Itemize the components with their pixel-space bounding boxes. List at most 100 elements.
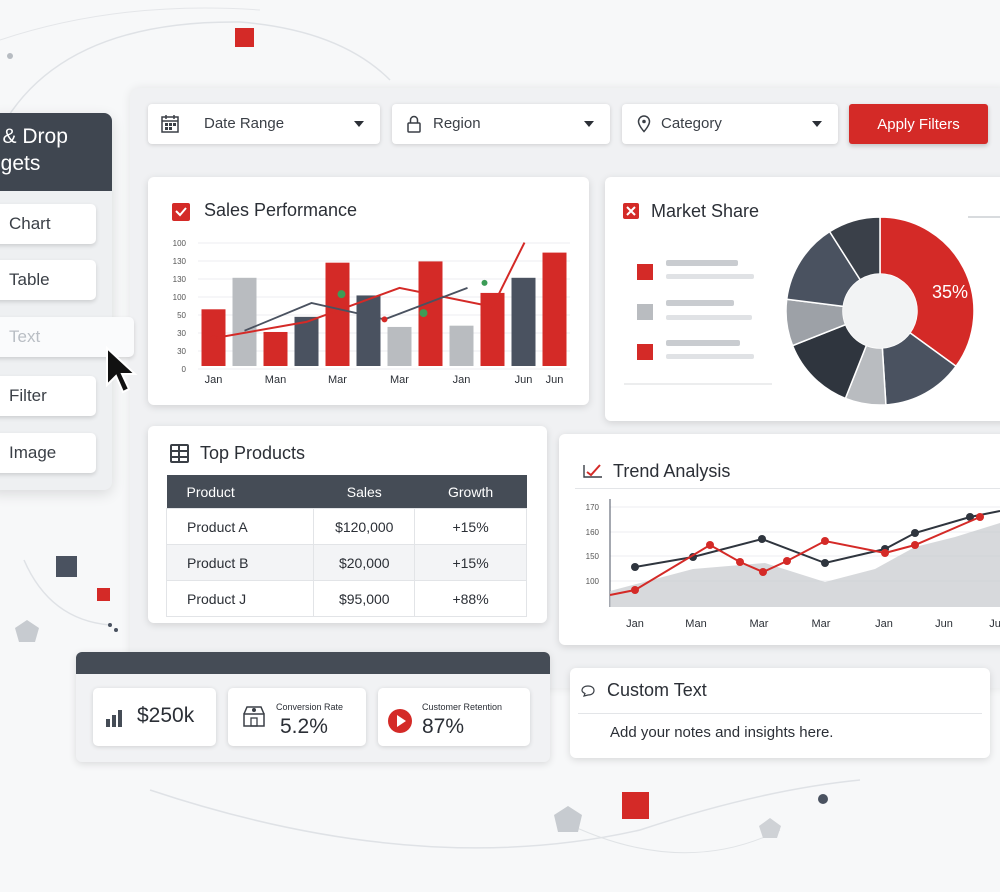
- donut-hole: [843, 274, 917, 348]
- apply-filters-button[interactable]: Apply Filters: [849, 104, 988, 144]
- table-row[interactable]: Product B $20,000 +15%: [165, 544, 527, 581]
- retention-value: 87%: [422, 715, 465, 738]
- sidebar-title-line2: dgets: [0, 152, 41, 175]
- column-header-product[interactable]: Product: [166, 475, 314, 509]
- bar: [387, 326, 412, 366]
- bar: [232, 277, 257, 366]
- divider: [968, 216, 1000, 218]
- x-tick-label: Mar: [812, 618, 831, 630]
- retention-label: Customer Retention: [422, 702, 503, 712]
- series-point-red: [759, 568, 767, 576]
- y-tick-label: 130: [173, 257, 187, 266]
- trend-area: [610, 523, 1000, 607]
- trend-point: [381, 316, 388, 323]
- chevron-down-icon: [584, 121, 594, 127]
- lock-icon: [407, 115, 421, 133]
- divider: [575, 488, 1000, 489]
- x-tick-label: Jan: [453, 374, 471, 386]
- widget-table[interactable]: Table: [0, 260, 96, 300]
- x-tick-label: Jun: [935, 618, 953, 630]
- growth-cell: +88%: [414, 580, 527, 617]
- x-tick-label: Mar: [328, 374, 347, 386]
- series-point-red: [881, 549, 889, 557]
- revenue-kpi-card[interactable]: $250k: [93, 688, 216, 746]
- sales-cell: $95,000: [313, 580, 416, 617]
- bar: [511, 277, 536, 366]
- chevron-down-icon: [812, 121, 822, 127]
- retention-kpi-card[interactable]: Customer Retention 87%: [378, 688, 530, 746]
- widget-chart[interactable]: Chart: [0, 204, 96, 244]
- x-tick-label: Jan: [626, 618, 644, 630]
- series-point-red: [631, 586, 639, 594]
- market-share-donut[interactable]: 35%: [784, 217, 976, 407]
- conversion-kpi-card[interactable]: Conversion Rate 5.2%: [228, 688, 366, 746]
- trend-icon: [583, 464, 602, 478]
- table-header-row: Product Sales Growth: [166, 475, 527, 509]
- series-point-dark: [631, 563, 639, 571]
- chat-bubble-icon: [581, 685, 595, 697]
- series-point-dark: [911, 529, 919, 537]
- sales-performance-title: Sales Performance: [204, 200, 358, 220]
- widget-filter[interactable]: Filter: [0, 376, 96, 416]
- top-products-table: Product Sales Growth Product A $120,000 …: [165, 475, 527, 617]
- pie-percent-label: 35%: [932, 282, 968, 302]
- sales-bar-chart[interactable]: 100 130 130 100 50 30 30 0 Jan Man Mar Mar Jan Jun Jun: [160, 230, 580, 395]
- bar: [480, 292, 505, 366]
- custom-text-card[interactable]: Custom Text Add your notes and insights …: [570, 668, 990, 758]
- deco-square-red-bottom: [622, 792, 649, 819]
- x-tick-label: Mar: [750, 618, 769, 630]
- x-tick-label: Jan: [205, 374, 223, 386]
- column-header-sales[interactable]: Sales: [313, 475, 415, 509]
- product-cell: Product B: [165, 544, 315, 581]
- divider: [578, 713, 982, 714]
- series-point-dark: [821, 559, 829, 567]
- column-header-growth[interactable]: Growth: [414, 475, 527, 509]
- trend-analysis-title: Trend Analysis: [613, 461, 731, 481]
- revenue-value: $250k: [137, 704, 195, 727]
- x-tick-label: Man: [685, 618, 706, 630]
- deco-dot: [108, 623, 112, 627]
- legend-line: [666, 354, 754, 359]
- x-tick-label: Mar: [390, 374, 409, 386]
- bar: [263, 331, 288, 366]
- date-range-select[interactable]: Date Range: [148, 104, 380, 144]
- y-tick-label: 100: [173, 239, 187, 248]
- category-label: Category: [661, 115, 722, 132]
- store-icon: [243, 706, 265, 727]
- y-tick-label: 100: [586, 577, 600, 586]
- sidebar-title-line1: g & Drop: [0, 125, 68, 148]
- deco-square-dark: [56, 556, 77, 577]
- play-circle-icon: [388, 709, 412, 733]
- trend-point-green: [419, 309, 428, 318]
- region-select[interactable]: Region: [392, 104, 610, 144]
- widget-image-label: Image: [9, 443, 57, 462]
- sidebar-title: g & Drop dgets: [0, 113, 112, 191]
- custom-text-body[interactable]: Add your notes and insights here.: [610, 724, 833, 741]
- kpi-panel-header: [76, 652, 550, 674]
- widget-filter-label: Filter: [9, 386, 47, 405]
- table-icon: [170, 444, 189, 463]
- widget-sidebar: g & Drop dgets Chart Table Text Filter I…: [0, 113, 134, 490]
- deco-pentagon-bottom: [554, 806, 582, 832]
- market-share-legend: [624, 260, 772, 385]
- y-tick-label: 170: [586, 503, 600, 512]
- y-tick-label: 160: [586, 528, 600, 537]
- calendar-icon: [161, 115, 179, 133]
- table-row[interactable]: Product J $95,000 +88%: [165, 580, 527, 617]
- table-row[interactable]: Product A $120,000 +15%: [165, 508, 527, 545]
- bar: [542, 252, 567, 366]
- deco-pentagon-small: [759, 818, 781, 838]
- widget-image[interactable]: Image: [0, 433, 96, 473]
- product-cell: Product A: [165, 508, 315, 545]
- deco-dot: [818, 794, 828, 804]
- trend-line-chart[interactable]: 170 160 150 100 Jan Man Mar Mar Jan Jun Ju: [575, 495, 1000, 635]
- deco-square-red: [235, 28, 254, 47]
- bar: [449, 325, 474, 366]
- category-select[interactable]: Category: [622, 104, 838, 144]
- legend-swatch-1: [637, 264, 653, 280]
- sales-cell: $120,000: [313, 508, 416, 545]
- chevron-down-icon: [354, 121, 364, 127]
- x-tick-label: Jan: [875, 618, 893, 630]
- deco-pentagon: [15, 620, 39, 642]
- location-pin-icon: [637, 115, 651, 133]
